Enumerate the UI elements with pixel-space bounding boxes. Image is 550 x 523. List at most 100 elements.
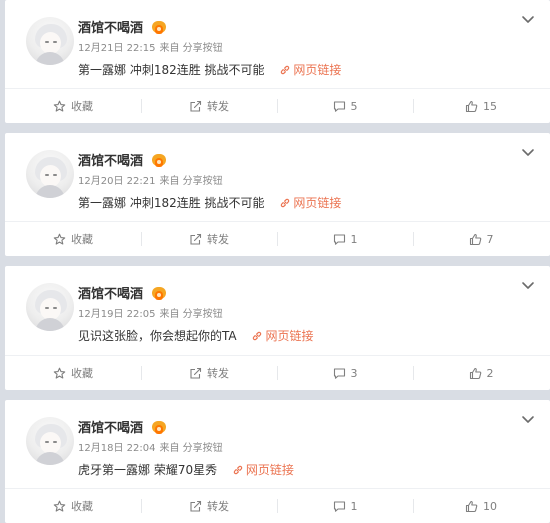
- web-link-label: 网页链接: [265, 329, 314, 343]
- post-card: 酒馆不喝酒 12月21日 22:15 来自 分享按钮 第一露娜 冲刺182连胜 挑…: [5, 0, 550, 123]
- favorite-button[interactable]: 收藏: [5, 89, 141, 123]
- favorite-button[interactable]: 收藏: [5, 222, 141, 256]
- post-time[interactable]: 12月21日 22:15: [78, 43, 155, 54]
- post-meta: 12月19日 22:05 来自 分享按钮: [78, 308, 223, 322]
- post-meta: 12月21日 22:15 来自 分享按钮: [78, 42, 223, 56]
- action-bar: 收藏 转发 1 7: [5, 221, 550, 256]
- web-link-label: 网页链接: [293, 63, 342, 77]
- like-button[interactable]: 10: [413, 489, 549, 523]
- star-icon: [53, 233, 66, 245]
- vip-badge-icon[interactable]: [151, 21, 167, 35]
- thumbs-up-icon: [465, 500, 478, 512]
- link-icon: [253, 331, 262, 341]
- web-link[interactable]: 网页链接: [280, 61, 341, 79]
- comment-button[interactable]: 5: [277, 89, 413, 123]
- comment-button[interactable]: 3: [277, 356, 413, 390]
- post-meta: 12月20日 22:21 来自 分享按钮: [78, 175, 223, 189]
- like-count: 2: [486, 366, 494, 380]
- web-link-label: 网页链接: [293, 196, 342, 210]
- post-source: 来自 分享按钮: [159, 443, 223, 454]
- repost-label: 转发: [207, 367, 229, 380]
- post-source: 来自 分享按钮: [159, 43, 223, 54]
- action-bar: 收藏 转发 3 2: [5, 355, 550, 390]
- vip-badge-icon[interactable]: [151, 421, 167, 435]
- comment-icon: [333, 233, 345, 245]
- username[interactable]: 酒馆不喝酒: [78, 286, 143, 304]
- repost-label: 转发: [207, 233, 229, 246]
- chevron-down-icon[interactable]: [521, 147, 535, 157]
- post-time[interactable]: 12月20日 22:21: [78, 176, 155, 187]
- favorite-label: 收藏: [71, 100, 93, 113]
- like-button[interactable]: 2: [413, 356, 549, 390]
- chevron-down-icon[interactable]: [521, 14, 535, 24]
- repost-icon: [190, 233, 202, 245]
- comment-icon: [333, 500, 345, 512]
- vip-badge-icon[interactable]: [151, 154, 167, 168]
- web-link[interactable]: 网页链接: [280, 194, 341, 212]
- comment-button[interactable]: 1: [277, 222, 413, 256]
- web-link[interactable]: 网页链接: [233, 461, 294, 479]
- comment-icon: [333, 367, 345, 379]
- post-text-content: 虎牙第一露娜 荣耀70星秀: [78, 463, 218, 477]
- repost-icon: [190, 500, 202, 512]
- favorite-label: 收藏: [71, 233, 93, 246]
- link-icon: [233, 465, 243, 475]
- avatar[interactable]: [26, 17, 74, 65]
- comment-icon: [333, 100, 345, 112]
- like-count: 7: [486, 232, 494, 246]
- favorite-button[interactable]: 收藏: [5, 356, 141, 390]
- comment-count: 5: [350, 99, 358, 113]
- thumbs-up-icon: [469, 233, 481, 245]
- avatar[interactable]: [26, 283, 74, 331]
- weibo-feed: 酒馆不喝酒 12月21日 22:15 来自 分享按钮 第一露娜 冲刺182连胜 挑…: [0, 0, 550, 523]
- post-text: 见识这张脸，你会想起你的TA 网页链接: [78, 327, 313, 345]
- avatar[interactable]: [26, 150, 74, 198]
- post-source: 来自 分享按钮: [159, 309, 223, 320]
- post-meta: 12月18日 22:04 来自 分享按钮: [78, 442, 223, 456]
- link-icon: [281, 198, 290, 208]
- post-text: 第一露娜 冲刺182连胜 挑战不可能 网页链接: [78, 194, 341, 212]
- repost-label: 转发: [207, 100, 229, 113]
- favorite-label: 收藏: [71, 367, 93, 380]
- post-time[interactable]: 12月18日 22:04: [78, 443, 155, 454]
- repost-button[interactable]: 转发: [141, 89, 277, 123]
- repost-label: 转发: [207, 500, 229, 513]
- post-card: 酒馆不喝酒 12月19日 22:05 来自 分享按钮 见识这张脸，你会想起你的TA…: [5, 266, 550, 390]
- vip-badge-icon[interactable]: [151, 287, 167, 301]
- post-text: 第一露娜 冲刺182连胜 挑战不可能 网页链接: [78, 61, 341, 79]
- comment-count: 1: [350, 232, 358, 246]
- like-button[interactable]: 7: [413, 222, 549, 256]
- post-text-content: 第一露娜 冲刺182连胜 挑战不可能: [78, 63, 265, 77]
- post-card: 酒馆不喝酒 12月18日 22:04 来自 分享按钮 虎牙第一露娜 荣耀70星秀 …: [5, 400, 550, 523]
- star-icon: [53, 100, 66, 112]
- repost-button[interactable]: 转发: [141, 222, 277, 256]
- repost-icon: [190, 367, 202, 379]
- repost-button[interactable]: 转发: [141, 489, 277, 523]
- like-button[interactable]: 15: [413, 89, 549, 123]
- favorite-label: 收藏: [71, 500, 93, 513]
- chevron-down-icon[interactable]: [521, 280, 535, 290]
- post-text-content: 第一露娜 冲刺182连胜 挑战不可能: [78, 196, 265, 210]
- post-text-content: 见识这张脸，你会想起你的TA: [78, 329, 237, 343]
- chevron-down-icon[interactable]: [521, 414, 535, 424]
- repost-icon: [190, 100, 202, 112]
- repost-button[interactable]: 转发: [141, 356, 277, 390]
- favorite-button[interactable]: 收藏: [5, 489, 141, 523]
- web-link[interactable]: 网页链接: [252, 327, 313, 345]
- post-time[interactable]: 12月19日 22:05: [78, 309, 155, 320]
- post-source: 来自 分享按钮: [159, 176, 223, 187]
- thumbs-up-icon: [469, 367, 481, 379]
- username[interactable]: 酒馆不喝酒: [78, 420, 143, 438]
- username[interactable]: 酒馆不喝酒: [78, 20, 143, 38]
- post-text: 虎牙第一露娜 荣耀70星秀 网页链接: [78, 461, 294, 479]
- thumbs-up-icon: [465, 100, 478, 112]
- comment-count: 1: [350, 499, 358, 513]
- comment-count: 3: [350, 366, 358, 380]
- avatar[interactable]: [26, 417, 74, 465]
- action-bar: 收藏 转发 5 15: [5, 88, 550, 123]
- username[interactable]: 酒馆不喝酒: [78, 153, 143, 171]
- comment-button[interactable]: 1: [277, 489, 413, 523]
- like-count: 10: [483, 499, 497, 513]
- action-bar: 收藏 转发 1 10: [5, 488, 550, 523]
- link-icon: [281, 65, 290, 75]
